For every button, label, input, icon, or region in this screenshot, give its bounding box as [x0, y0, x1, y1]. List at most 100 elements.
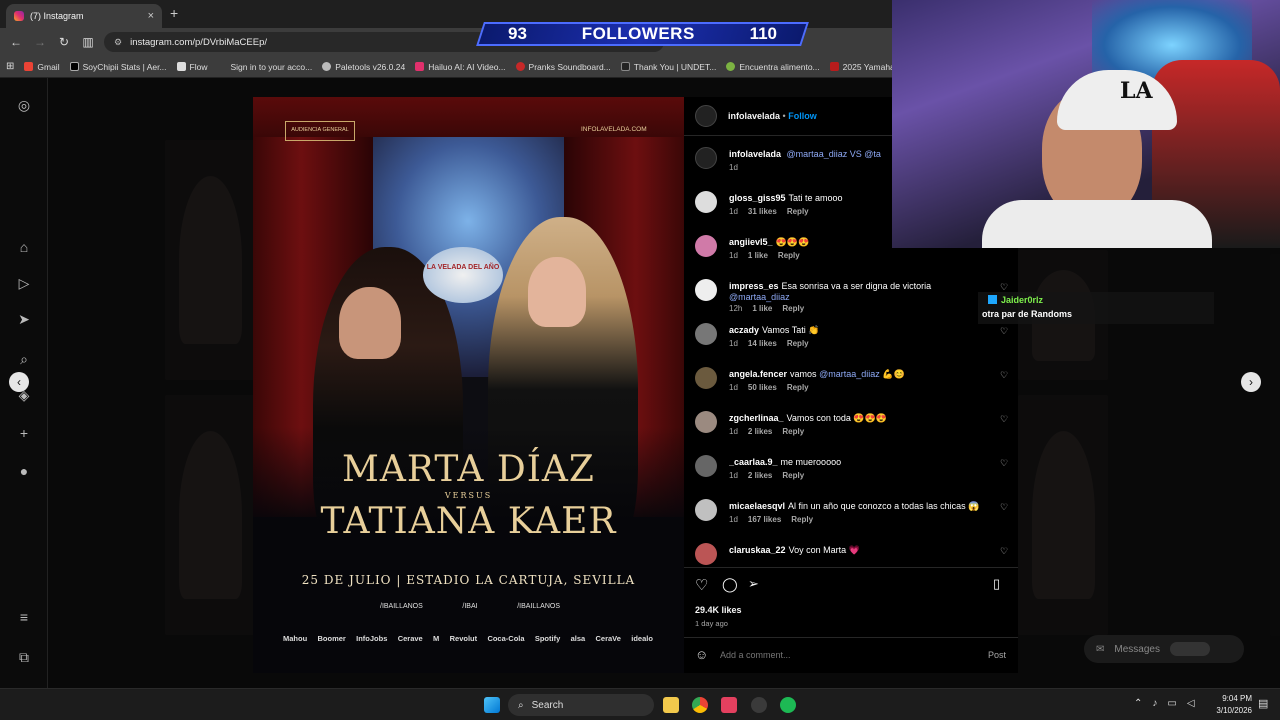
comment-username[interactable]: micaelaesqvl — [729, 501, 785, 511]
previous-post-icon[interactable]: ‹ — [9, 372, 29, 392]
meta-icon[interactable]: ⧉ — [15, 648, 33, 666]
new-tab-button[interactable]: + — [170, 5, 178, 21]
like-icon[interactable]: ♡ — [695, 576, 708, 594]
volume-icon[interactable]: ◁ — [1187, 698, 1195, 709]
comment-likes[interactable]: 1 like — [752, 304, 772, 313]
file-explorer-icon[interactable] — [663, 697, 679, 713]
bookmark-item[interactable]: Encuentra alimento... — [726, 62, 820, 72]
commenter-avatar[interactable] — [695, 235, 717, 257]
commenter-avatar[interactable] — [695, 279, 717, 301]
comment-username[interactable]: aczady — [729, 325, 759, 335]
commenter-avatar[interactable] — [695, 411, 717, 433]
reply-button[interactable]: Reply — [791, 515, 813, 524]
comment-likes[interactable]: 2 likes — [748, 427, 772, 436]
comment-input[interactable] — [720, 647, 960, 663]
spotify-icon[interactable] — [780, 697, 796, 713]
reply-button[interactable]: Reply — [787, 383, 809, 392]
create-icon[interactable]: + — [15, 424, 33, 442]
comment-mention[interactable]: @martaa_diiaz — [819, 369, 880, 379]
comment-like-icon[interactable]: ♡ — [1000, 502, 1008, 513]
author-avatar[interactable] — [695, 105, 717, 127]
capcut-icon[interactable] — [721, 697, 737, 713]
comment-username[interactable]: gloss_giss95 — [729, 193, 786, 203]
site-info-icon[interactable]: ⚙ — [114, 37, 122, 48]
close-tab-icon[interactable]: × — [148, 10, 154, 22]
commenter-avatar[interactable] — [695, 543, 717, 565]
comment-likes[interactable]: 14 likes — [748, 339, 777, 348]
search-icon[interactable]: ⌕ — [15, 350, 33, 368]
commenter-avatar[interactable] — [695, 367, 717, 389]
commenter-avatar[interactable] — [695, 499, 717, 521]
back-icon[interactable]: ← — [4, 35, 28, 49]
home-icon[interactable]: ⌂ — [15, 238, 33, 256]
save-icon[interactable]: ▯ — [993, 576, 1000, 592]
tab-instagram[interactable]: (7) Instagram × — [6, 4, 162, 28]
emoji-icon[interactable]: ☺ — [695, 647, 708, 662]
comment-like-icon[interactable]: ♡ — [1000, 458, 1008, 469]
system-tray[interactable]: ⌃ ♪ ▭ ◁ — [1134, 698, 1195, 709]
comment-likes[interactable]: 50 likes — [748, 383, 777, 392]
reload-icon[interactable]: ↻ — [52, 35, 76, 49]
commenter-avatar[interactable] — [695, 323, 717, 345]
bookmark-item[interactable]: Thank You | UNDET... — [620, 62, 716, 72]
reply-button[interactable]: Reply — [787, 339, 809, 348]
reply-button[interactable]: Reply — [782, 471, 804, 480]
bookmark-item[interactable]: Paletools v26.0.24 — [322, 62, 405, 72]
instagram-logo-icon[interactable]: ◎ — [15, 96, 33, 114]
post-comment-button[interactable]: Post — [988, 650, 1006, 660]
post-image[interactable]: AUDIENCIA GENERAL INFOLAVELADA.COM LA VE… — [253, 97, 684, 673]
comment-icon[interactable]: ◯ — [722, 576, 738, 593]
bookmark-item[interactable]: SoyChipii Stats | Aer... — [69, 62, 167, 72]
bookmark-item[interactable]: Flow — [176, 62, 208, 72]
reply-button[interactable]: Reply — [782, 304, 804, 313]
bookmark-item[interactable]: 2025 Yamaha — [829, 62, 895, 72]
chevron-up-icon[interactable]: ⌃ — [1134, 698, 1142, 709]
comment-likes[interactable]: 31 likes — [748, 207, 777, 216]
send-icon[interactable]: ➤ — [15, 310, 33, 328]
share-icon[interactable]: ➢ — [748, 576, 759, 592]
microphone-icon[interactable]: ♪ — [1152, 698, 1157, 709]
bookmark-item[interactable]: Gmail — [24, 62, 60, 72]
bookmark-item[interactable]: Pranks Soundboard... — [515, 62, 611, 72]
apps-icon[interactable]: ⊞ — [6, 61, 14, 72]
caption-username[interactable]: infolavelada — [729, 149, 781, 159]
author-username[interactable]: infolavelada — [728, 111, 780, 121]
comment-username[interactable]: angiievl5_ — [729, 237, 773, 247]
comment-username[interactable]: claruskaa_22 — [729, 545, 786, 555]
likes-count[interactable]: 29.4K likes — [695, 605, 742, 615]
obs-icon[interactable] — [751, 697, 767, 713]
side-panel-icon[interactable]: ▥ — [76, 35, 100, 49]
reply-button[interactable]: Reply — [787, 207, 809, 216]
comment-like-icon[interactable]: ♡ — [1000, 326, 1008, 337]
reply-button[interactable]: Reply — [778, 251, 800, 260]
messages-button[interactable]: ✉ Messages — [1084, 635, 1244, 663]
caption-text[interactable]: @martaa_diiaz VS @ta — [787, 149, 881, 159]
comment-mention[interactable]: @martaa_diiaz — [729, 292, 790, 302]
comment-likes[interactable]: 2 likes — [748, 471, 772, 480]
comment-like-icon[interactable]: ♡ — [1000, 370, 1008, 381]
next-post-icon[interactable]: › — [1241, 372, 1261, 392]
profile-avatar-icon[interactable]: ● — [15, 462, 33, 480]
commenter-avatar[interactable] — [695, 191, 717, 213]
reply-button[interactable]: Reply — [782, 427, 804, 436]
comment-username[interactable]: impress_es — [729, 281, 779, 291]
commenter-avatar[interactable] — [695, 455, 717, 477]
reels-icon[interactable]: ▷ — [15, 274, 33, 292]
author-avatar[interactable] — [695, 147, 717, 169]
comment-username[interactable]: _caarlaa.9_ — [729, 457, 778, 467]
forward-icon[interactable]: → — [28, 35, 52, 49]
notification-icon[interactable]: ▤ — [1258, 697, 1268, 710]
windows-start-icon[interactable] — [484, 697, 500, 713]
comment-username[interactable]: angela.fencer — [729, 369, 787, 379]
bookmark-item[interactable]: Hailuo AI: AI Video... — [415, 62, 506, 72]
clock[interactable]: 9:04 PM 3/10/2026 — [1206, 693, 1252, 717]
comment-username[interactable]: zgcherlinaa_ — [729, 413, 784, 423]
comment-like-icon[interactable]: ♡ — [1000, 546, 1008, 557]
taskbar-search[interactable]: ⌕ Search — [508, 694, 654, 716]
bookmark-item[interactable]: Sign in to your acco... — [217, 62, 312, 72]
menu-icon[interactable]: ≡ — [15, 608, 33, 626]
comment-likes[interactable]: 167 likes — [748, 515, 781, 524]
comment-likes[interactable]: 1 like — [748, 251, 768, 260]
chrome-icon[interactable] — [692, 697, 708, 713]
follow-button[interactable]: Follow — [788, 111, 817, 121]
